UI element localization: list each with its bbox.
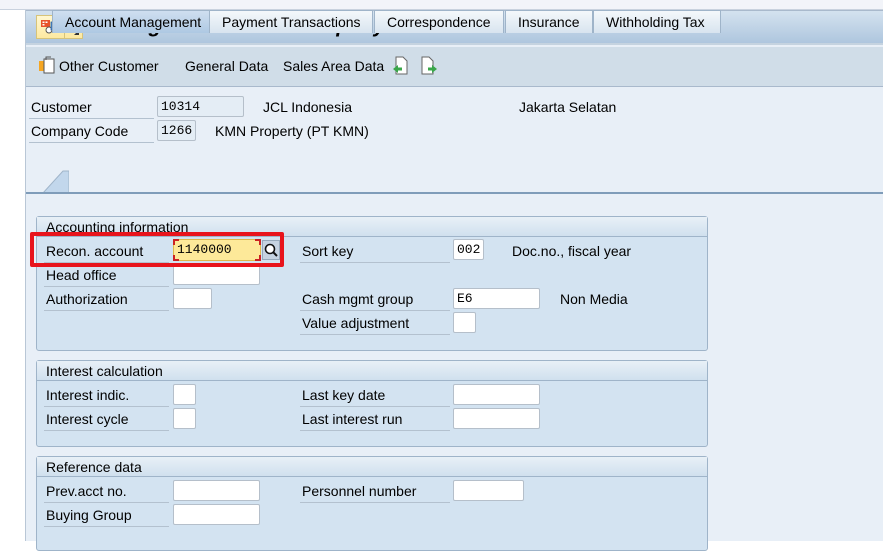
last-key-date-underline bbox=[300, 406, 450, 407]
personnel-number-underline bbox=[300, 502, 450, 503]
authorization-field[interactable] bbox=[173, 288, 212, 309]
company-code-label: Company Code bbox=[31, 123, 129, 139]
cash-mgmt-group-field[interactable]: E6 bbox=[453, 288, 540, 309]
interest-calculation-title: Interest calculation bbox=[37, 361, 707, 381]
company-code-name: KMN Property (PT KMN) bbox=[215, 123, 369, 139]
tab-account-management[interactable]: Account Management bbox=[52, 10, 210, 33]
general-data-button[interactable]: General Data bbox=[185, 58, 268, 74]
value-adjustment-field[interactable] bbox=[453, 312, 476, 333]
sort-key-underline bbox=[300, 262, 450, 263]
last-key-date-field[interactable] bbox=[453, 384, 540, 405]
prev-acct-no-field[interactable] bbox=[173, 480, 260, 501]
last-key-date-label: Last key date bbox=[302, 387, 386, 403]
value-adjustment-underline bbox=[300, 334, 450, 335]
buying-group-field[interactable] bbox=[173, 504, 260, 525]
tab-payment-transactions[interactable]: Payment Transactions bbox=[209, 10, 373, 33]
customer-label-underline bbox=[29, 118, 154, 119]
highlight-box bbox=[30, 232, 284, 267]
last-interest-run-field[interactable] bbox=[453, 408, 540, 429]
buying-group-label: Buying Group bbox=[46, 507, 132, 523]
authorization-underline bbox=[44, 310, 169, 311]
head-office-label: Head office bbox=[46, 267, 117, 283]
company-code-label-underline bbox=[29, 142, 154, 143]
interest-calculation-group: Interest calculation bbox=[36, 360, 708, 447]
customer-name: JCL Indonesia bbox=[263, 99, 352, 115]
reference-data-title: Reference data bbox=[37, 457, 707, 477]
next-screen-icon[interactable] bbox=[420, 56, 438, 76]
sort-key-label: Sort key bbox=[302, 243, 354, 259]
personnel-number-field[interactable] bbox=[453, 480, 524, 501]
last-interest-run-underline bbox=[300, 430, 450, 431]
interest-cycle-label: Interest cycle bbox=[46, 411, 129, 427]
head-office-field[interactable] bbox=[173, 264, 260, 285]
company-code-field: 1266 bbox=[157, 120, 196, 141]
sap-window: Change Customer: Company Code Data Other… bbox=[25, 10, 883, 551]
application-toolbar: Other Customer General Data Sales Area D… bbox=[26, 47, 883, 87]
last-interest-run-label: Last interest run bbox=[302, 411, 403, 427]
tab-withholding-tax[interactable]: Withholding Tax bbox=[593, 10, 721, 33]
top-strip bbox=[0, 0, 883, 10]
cash-mgmt-group-label: Cash mgmt group bbox=[302, 291, 414, 307]
interest-cycle-underline bbox=[44, 430, 169, 431]
personnel-number-label: Personnel number bbox=[302, 483, 417, 499]
prev-acct-no-label: Prev.acct no. bbox=[46, 483, 127, 499]
cash-mgmt-group-description: Non Media bbox=[560, 291, 628, 307]
interest-indic-underline bbox=[44, 406, 169, 407]
reference-data-group: Reference data bbox=[36, 456, 708, 551]
interest-indic-label: Interest indic. bbox=[46, 387, 130, 403]
tab-strip-slant bbox=[43, 170, 69, 193]
tab-insurance[interactable]: Insurance bbox=[505, 10, 593, 33]
cash-mgmt-group-underline bbox=[300, 310, 450, 311]
head-office-underline bbox=[44, 286, 169, 287]
prev-acct-no-underline bbox=[44, 502, 169, 503]
other-customer-button[interactable]: Other Customer bbox=[59, 58, 159, 74]
authorization-label: Authorization bbox=[46, 291, 128, 307]
interest-cycle-field[interactable] bbox=[173, 408, 196, 429]
buying-group-underline bbox=[44, 526, 169, 527]
sort-key-field[interactable]: 002 bbox=[453, 239, 484, 260]
previous-screen-icon[interactable] bbox=[392, 56, 410, 76]
customer-city: Jakarta Selatan bbox=[519, 99, 617, 115]
value-adjustment-label: Value adjustment bbox=[302, 315, 410, 331]
tab-strip-baseline bbox=[26, 192, 883, 194]
sales-area-data-button[interactable]: Sales Area Data bbox=[283, 58, 384, 74]
interest-indic-field[interactable] bbox=[173, 384, 196, 405]
other-customer-icon bbox=[39, 56, 55, 74]
customer-label: Customer bbox=[31, 99, 92, 115]
customer-field: 10314 bbox=[157, 96, 244, 117]
tab-correspondence[interactable]: Correspondence bbox=[374, 10, 504, 33]
sort-key-description: Doc.no., fiscal year bbox=[512, 243, 632, 259]
